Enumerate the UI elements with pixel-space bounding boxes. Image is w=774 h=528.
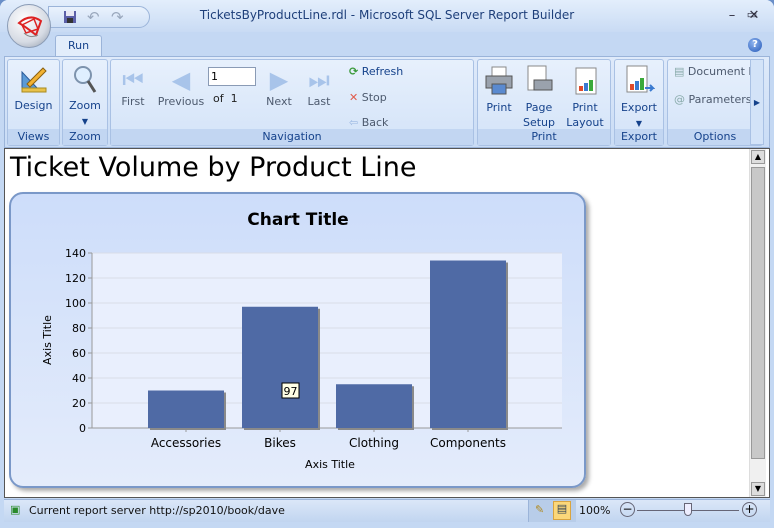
y-tick-label: 40 <box>72 372 86 385</box>
design-view-icon[interactable]: ✎ <box>535 503 544 516</box>
x-tick-label: Bikes <box>264 436 296 450</box>
x-tick-label: Components <box>430 436 506 450</box>
scroll-up-button[interactable]: ▲ <box>751 150 765 164</box>
svg-text:97: 97 <box>284 385 298 398</box>
zoom-slider-thumb[interactable] <box>684 503 692 516</box>
bar-components <box>430 260 506 428</box>
zoom-level: 100% <box>579 504 611 517</box>
bar-accessories <box>148 390 224 428</box>
server-status-icon: ▣ <box>10 503 21 516</box>
run-view-icon[interactable]: ▤ <box>553 501 571 520</box>
server-status-text: Current report server http://sp2010/book… <box>29 504 285 517</box>
scroll-down-button[interactable]: ▼ <box>751 482 765 496</box>
report-builder-window: TicketsByProductLine.rdl - Microsoft SQL… <box>0 0 774 528</box>
view-mode-buttons: ✎ ▤ <box>528 500 576 522</box>
status-bar: ▣ Current report server http://sp2010/bo… <box>4 499 770 522</box>
y-tick-label: 140 <box>65 247 86 260</box>
y-axis-title: Axis Title <box>41 315 54 365</box>
zoom-in-button[interactable]: + <box>742 502 757 517</box>
x-tick-label: Clothing <box>349 436 399 450</box>
vertical-scrollbar[interactable]: ▲ ▼ <box>749 149 766 497</box>
bar-clothing <box>336 384 412 428</box>
x-axis-title: Axis Title <box>305 458 355 471</box>
x-tick-label: Accessories <box>151 436 221 450</box>
y-tick-label: 100 <box>65 297 86 310</box>
bar-chart: Chart Title 0 20 40 60 80 100 120 140 Accessorie… <box>41 210 562 471</box>
y-tick-label: 20 <box>72 397 86 410</box>
y-tick-label: 80 <box>72 322 86 335</box>
y-tick-label: 0 <box>79 422 86 435</box>
bar-bikes <box>242 306 318 428</box>
chart-title: Chart Title <box>247 210 348 230</box>
data-tooltip: 97 <box>281 382 300 399</box>
scroll-thumb[interactable] <box>751 167 765 459</box>
zoom-out-button[interactable]: − <box>620 502 635 517</box>
y-tick-label: 60 <box>72 347 86 360</box>
y-tick-label: 120 <box>65 272 86 285</box>
